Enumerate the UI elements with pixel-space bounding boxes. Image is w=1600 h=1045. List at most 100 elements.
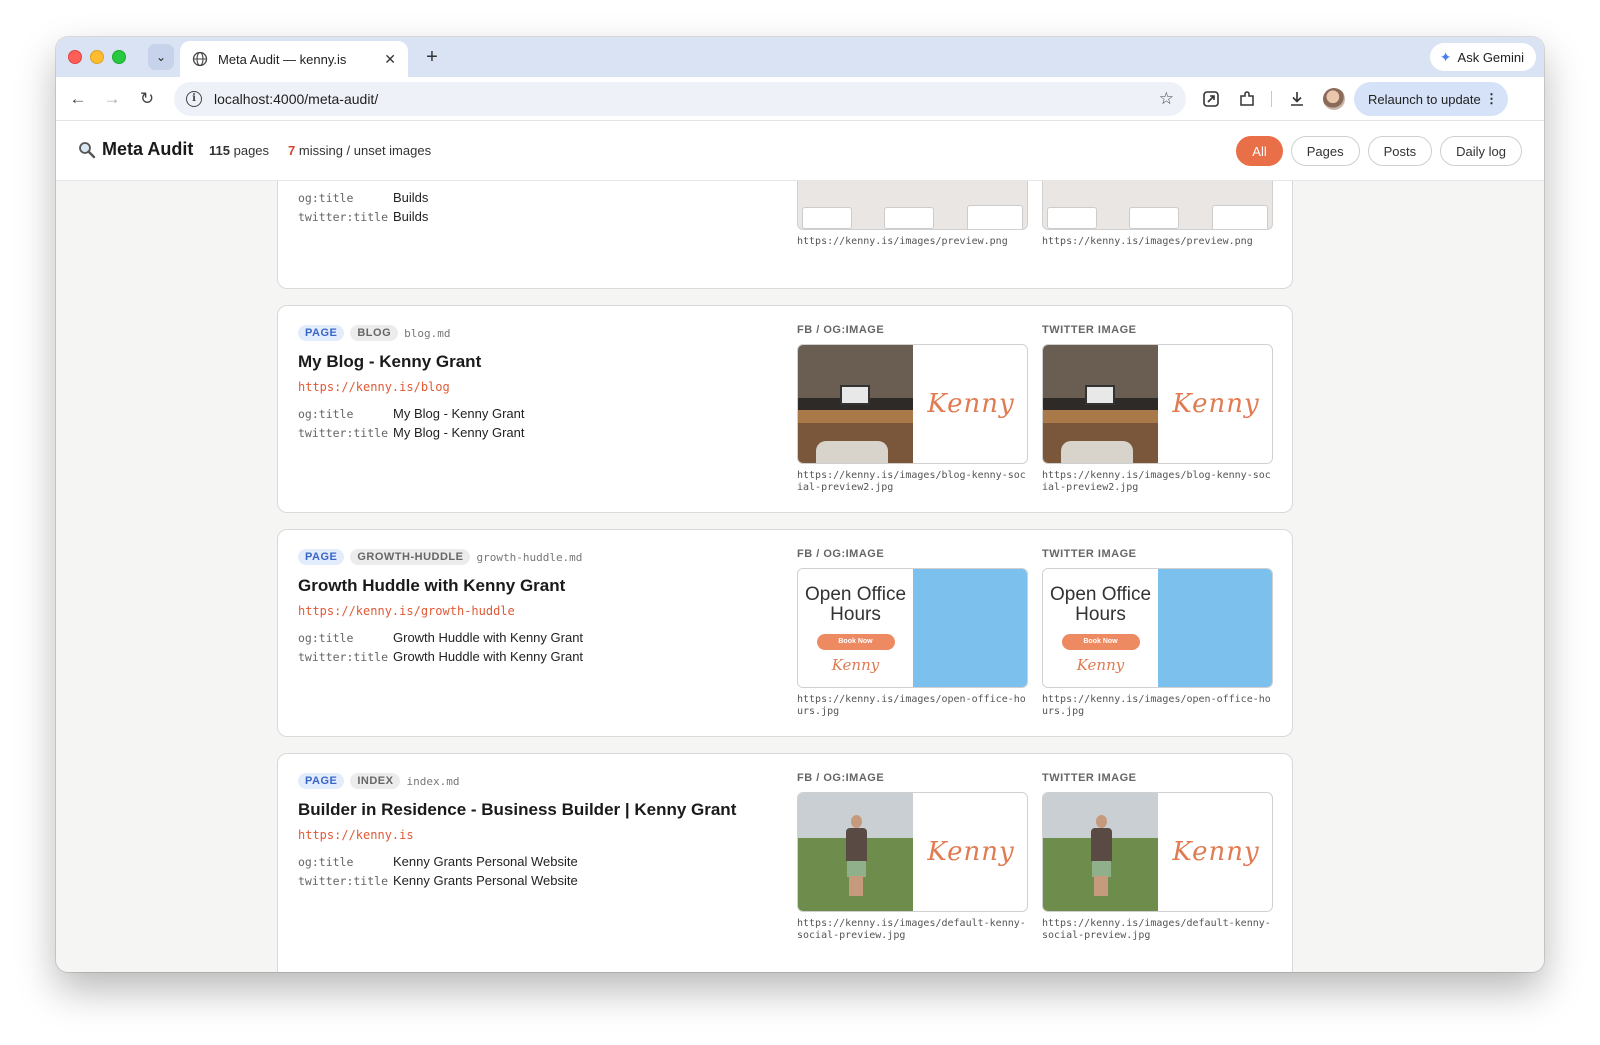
twitter-image-url[interactable]: https://kenny.is/images/preview.png bbox=[1042, 236, 1273, 248]
page-url[interactable]: https://kenny.is/growth-huddle bbox=[298, 604, 768, 618]
screenshot-panel bbox=[967, 205, 1023, 229]
og-image-url[interactable]: https://kenny.is/images/default-kenny-so… bbox=[797, 918, 1028, 942]
twitter-image-thumbnail[interactable]: Kenny bbox=[1042, 344, 1273, 464]
more-menu-icon[interactable]: ⋮ bbox=[1485, 91, 1498, 107]
missing-label: missing / unset images bbox=[298, 143, 432, 158]
twitter-title-row: twitter:title Kenny Grants Personal Webs… bbox=[298, 873, 768, 888]
page-count: 115 bbox=[209, 143, 230, 158]
twitter-title-row: twitter:title Growth Huddle with Kenny G… bbox=[298, 649, 768, 664]
filter-posts[interactable]: Posts bbox=[1367, 136, 1433, 166]
laptop-shape bbox=[840, 385, 870, 405]
og-title-value: My Blog - Kenny Grant bbox=[393, 406, 525, 421]
relaunch-label: Relaunch to update bbox=[1368, 91, 1481, 107]
extensions-puzzle-icon[interactable] bbox=[1236, 88, 1258, 110]
og-image-thumbnail[interactable]: Kenny bbox=[797, 792, 1028, 912]
new-tab-icon[interactable]: + bbox=[420, 45, 444, 69]
og-title-row: og:title Kenny Grants Personal Website bbox=[298, 854, 768, 869]
minimize-window-button[interactable] bbox=[90, 50, 104, 64]
twitter-image-url[interactable]: https://kenny.is/images/blog-kenny-socia… bbox=[1042, 470, 1273, 494]
twitter-title-value: Growth Huddle with Kenny Grant bbox=[393, 649, 584, 664]
field-photo bbox=[798, 793, 913, 911]
card-badges: PAGE INDEX index.md bbox=[298, 772, 768, 790]
person-figure bbox=[1089, 815, 1113, 897]
card-meta: og:title Builds twitter:title Builds bbox=[298, 190, 768, 224]
file-name: blog.md bbox=[404, 326, 451, 340]
person-legs bbox=[849, 876, 863, 896]
og-title-key: og:title bbox=[298, 631, 354, 645]
send-to-device-icon[interactable] bbox=[1200, 88, 1222, 110]
office-hours-heading: Open Office Hours bbox=[804, 584, 907, 625]
og-image-preview: FB / OG:IMAGE Kenny https://kenny.is/ima… bbox=[797, 324, 1028, 494]
close-window-button[interactable] bbox=[68, 50, 82, 64]
page-card-growth-huddle: PAGE GROWTH-HUDDLE growth-huddle.md Grow… bbox=[277, 529, 1293, 737]
section-badge: GROWTH-HUDDLE bbox=[350, 549, 471, 565]
profile-avatar[interactable] bbox=[1323, 88, 1345, 110]
twitter-image-url[interactable]: https://kenny.is/images/open-office-hour… bbox=[1042, 694, 1273, 718]
card-badges: PAGE GROWTH-HUDDLE growth-huddle.md bbox=[298, 548, 768, 566]
person-head bbox=[851, 815, 862, 828]
page-url[interactable]: https://kenny.is bbox=[298, 828, 768, 842]
download-icon[interactable] bbox=[1286, 88, 1308, 110]
relaunch-to-update-button[interactable]: Relaunch to update ⋮ bbox=[1354, 82, 1508, 116]
address-bar[interactable]: i localhost:4000/meta-audit/ ☆ bbox=[174, 82, 1186, 116]
app-brand: Meta Audit bbox=[78, 139, 193, 160]
og-title-key: og:title bbox=[298, 407, 354, 421]
screenshot-window bbox=[1047, 207, 1097, 229]
site-info-icon[interactable]: i bbox=[186, 91, 202, 107]
office-hours-heading: Open Office Hours bbox=[1049, 584, 1152, 625]
og-title-row: og:title Builds bbox=[298, 190, 768, 205]
card-info: PAGE BLOG blog.md My Blog - Kenny Grant … bbox=[298, 324, 768, 440]
card-meta: og:title My Blog - Kenny Grant twitter:t… bbox=[298, 406, 768, 440]
reload-icon[interactable]: ↻ bbox=[135, 87, 159, 111]
missing-images-stat: 7 missing / unset images bbox=[288, 143, 431, 158]
twitter-title-value: Builds bbox=[393, 209, 429, 224]
twitter-title-key: twitter:title bbox=[298, 650, 389, 664]
desk-photo bbox=[1043, 345, 1158, 463]
screenshot-window bbox=[802, 207, 852, 229]
filter-pages[interactable]: Pages bbox=[1290, 136, 1360, 166]
og-image-thumbnail[interactable]: Kenny bbox=[797, 344, 1028, 464]
og-title-key: og:title bbox=[298, 855, 354, 869]
type-badge: PAGE bbox=[298, 325, 345, 341]
image-previews: FB / OG:IMAGE Kenny https://kenny.is/ima… bbox=[797, 772, 1273, 942]
page-count-stat: 115 pages bbox=[209, 143, 269, 158]
og-image-label: FB / OG:IMAGE bbox=[797, 548, 885, 560]
ask-gemini-button[interactable]: ✦ Ask Gemini bbox=[1429, 43, 1536, 71]
page-card-index: PAGE INDEX index.md Builder in Residence… bbox=[277, 753, 1293, 972]
person-shirt bbox=[846, 828, 867, 862]
twitter-image-thumbnail[interactable]: Kenny bbox=[1042, 792, 1273, 912]
og-title-value: Builds bbox=[393, 190, 429, 205]
card-meta: og:title Kenny Grants Personal Website t… bbox=[298, 854, 768, 888]
chair-shape bbox=[816, 441, 888, 463]
book-now-graphic: Book Now bbox=[1061, 634, 1140, 650]
filter-daily-log[interactable]: Daily log bbox=[1440, 136, 1522, 166]
card-badges: PAGE BLOG blog.md bbox=[298, 324, 768, 342]
maximize-window-button[interactable] bbox=[112, 50, 126, 64]
og-image-preview: FB / OG:IMAGE Open Office Hours Book Now… bbox=[797, 548, 1028, 718]
og-image-url[interactable]: https://kenny.is/images/preview.png bbox=[797, 236, 1028, 248]
twitter-title-value: My Blog - Kenny Grant bbox=[393, 425, 525, 440]
filter-all[interactable]: All bbox=[1236, 136, 1283, 166]
twitter-title-key: twitter:title bbox=[298, 426, 389, 440]
active-tab[interactable]: Meta Audit — kenny.is ✕ bbox=[180, 41, 408, 77]
page-viewport[interactable]: Meta Audit 115 pages 7 missing / unset i… bbox=[56, 121, 1544, 972]
twitter-image-url[interactable]: https://kenny.is/images/default-kenny-so… bbox=[1042, 918, 1273, 942]
twitter-title-value: Kenny Grants Personal Website bbox=[393, 873, 578, 888]
twitter-image-thumbnail[interactable]: Open Office Hours Book Now Kenny bbox=[1042, 568, 1273, 688]
forward-arrow-icon[interactable]: → bbox=[100, 87, 124, 111]
file-name: growth-huddle.md bbox=[476, 550, 583, 564]
og-image-url[interactable]: https://kenny.is/images/open-office-hour… bbox=[797, 694, 1028, 718]
page-card-blog: PAGE BLOG blog.md My Blog - Kenny Grant … bbox=[277, 305, 1293, 513]
address-url[interactable]: localhost:4000/meta-audit/ bbox=[214, 91, 1159, 107]
og-image-thumbnail[interactable]: Open Office Hours Book Now Kenny bbox=[797, 568, 1028, 688]
page-url[interactable]: https://kenny.is/blog bbox=[298, 380, 768, 394]
book-now-graphic: Book Now bbox=[816, 634, 895, 650]
page-title: My Blog - Kenny Grant bbox=[298, 352, 482, 371]
og-image-url[interactable]: https://kenny.is/images/blog-kenny-socia… bbox=[797, 470, 1028, 494]
kenny-signature: Kenny bbox=[927, 389, 1015, 419]
bookmark-star-icon[interactable]: ☆ bbox=[1159, 89, 1174, 109]
missing-count: 7 bbox=[288, 143, 296, 158]
close-tab-icon[interactable]: ✕ bbox=[384, 51, 396, 68]
back-arrow-icon[interactable]: ← bbox=[66, 87, 90, 111]
tab-search-chevron-icon[interactable]: ⌄ bbox=[148, 44, 174, 70]
